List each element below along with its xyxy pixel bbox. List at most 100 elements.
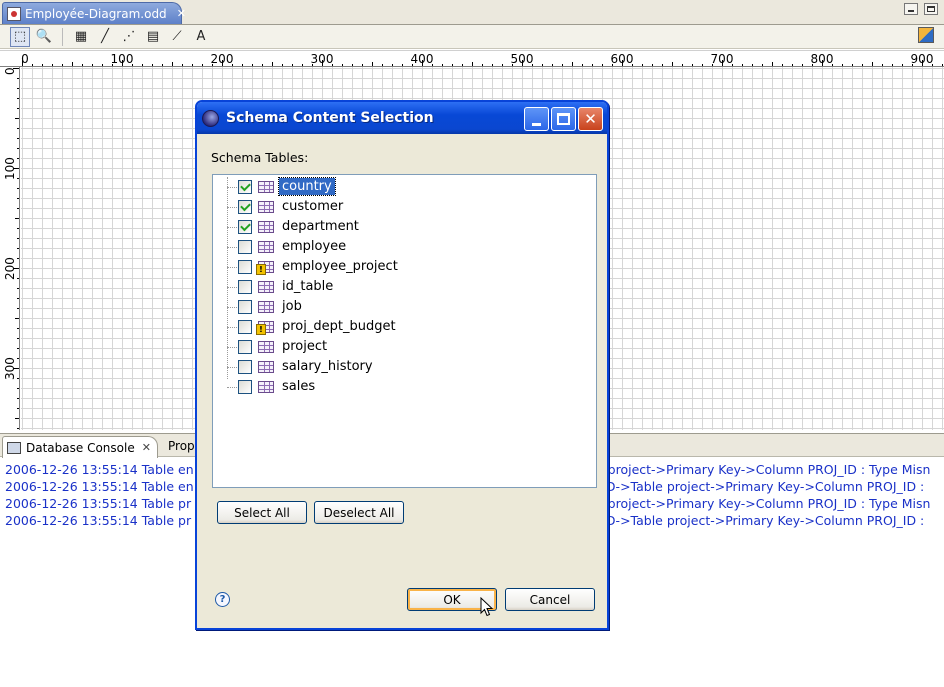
schema-table-item-employee[interactable]: employee bbox=[213, 237, 593, 257]
zoom-tool-button[interactable]: 🔍 bbox=[34, 27, 54, 47]
table-checkbox[interactable] bbox=[238, 220, 252, 234]
ruler-label: 400 bbox=[410, 52, 434, 66]
tree-connector bbox=[227, 367, 237, 368]
table-checkbox[interactable] bbox=[238, 280, 252, 294]
table-name: employee bbox=[282, 239, 347, 254]
ruler-tick bbox=[192, 64, 193, 66]
ruler-tick bbox=[17, 328, 19, 329]
editor-tabbar: Employée-Diagram.odd ✕ bbox=[0, 0, 944, 25]
tab-properties[interactable]: Prop bbox=[168, 439, 195, 453]
schema-table-item-department[interactable]: department bbox=[213, 217, 593, 237]
ruler-tick bbox=[282, 64, 283, 66]
schema-table-item-job[interactable]: job bbox=[213, 297, 593, 317]
select-all-button[interactable]: Select All bbox=[217, 501, 307, 524]
schema-table-item-sales[interactable]: sales bbox=[213, 377, 593, 397]
table-name: customer bbox=[282, 199, 344, 214]
ruler-tick bbox=[17, 128, 19, 129]
deselect-all-button[interactable]: Deselect All bbox=[314, 501, 404, 524]
ruler-tick bbox=[92, 64, 93, 66]
schema-table-item-project[interactable]: project bbox=[213, 337, 593, 357]
horizontal-ruler: 0 100 200 300 400 500 600 700 800 900 bbox=[0, 50, 944, 67]
dashed-line-tool-button[interactable]: ⋰ bbox=[119, 27, 139, 47]
cancel-button[interactable]: Cancel bbox=[505, 588, 595, 611]
minimize-view-button[interactable] bbox=[904, 3, 918, 15]
table-tool-icon: ▦ bbox=[74, 29, 88, 44]
ruler-tick bbox=[652, 64, 653, 66]
ruler-tick bbox=[882, 64, 883, 66]
table-checkbox[interactable] bbox=[238, 260, 252, 274]
table-checkbox[interactable] bbox=[238, 320, 252, 334]
table-checkbox[interactable] bbox=[238, 200, 252, 214]
dialog-titlebar[interactable]: Schema Content Selection ✕ bbox=[197, 102, 607, 134]
table-checkbox[interactable] bbox=[238, 380, 252, 394]
ruler-tick bbox=[362, 64, 363, 66]
schema-table-item-employee_project[interactable]: employee_project bbox=[213, 257, 593, 277]
select-tool-button[interactable]: ⬚ bbox=[10, 26, 30, 47]
table-checkbox[interactable] bbox=[238, 340, 252, 354]
schema-table-item-salary_history[interactable]: salary_history bbox=[213, 357, 593, 377]
zoom-tool-icon: 🔍 bbox=[35, 29, 53, 44]
table-checkbox[interactable] bbox=[238, 180, 252, 194]
ruler-tick bbox=[662, 64, 663, 66]
ruler-tick bbox=[352, 64, 353, 66]
close-icon[interactable]: ✕ bbox=[177, 7, 186, 20]
ruler-tick bbox=[52, 64, 53, 66]
ruler-tick bbox=[262, 64, 263, 66]
ruler-tick bbox=[17, 428, 19, 429]
line-tool-icon: ╱ bbox=[101, 29, 109, 44]
ruler-tick bbox=[842, 64, 843, 66]
editor-tab-title: Employée-Diagram.odd bbox=[25, 6, 167, 21]
ruler-tick bbox=[17, 78, 19, 79]
editor-tab-diagram[interactable]: Employée-Diagram.odd ✕ bbox=[2, 2, 186, 24]
tree-connector bbox=[227, 207, 237, 208]
ruler-tick bbox=[42, 64, 43, 66]
console-icon bbox=[7, 441, 21, 454]
tree-connector bbox=[227, 347, 237, 348]
table-name: sales bbox=[282, 379, 316, 394]
schema-table-item-customer[interactable]: customer bbox=[213, 197, 593, 217]
console-line-continued: e project->Primary Key->Column PROJ_ID :… bbox=[596, 462, 931, 477]
minimize-button[interactable] bbox=[524, 107, 549, 131]
tree-connector bbox=[227, 307, 237, 308]
ruler-tick bbox=[17, 228, 19, 229]
tree-connector bbox=[227, 267, 237, 268]
maximize-button[interactable] bbox=[551, 107, 576, 131]
ruler-tick bbox=[342, 64, 343, 66]
ruler-label: 500 bbox=[510, 52, 534, 66]
help-icon[interactable]: ? bbox=[215, 592, 230, 607]
schema-tables-tree[interactable]: country customer department employee employe… bbox=[212, 174, 597, 488]
text-tool-button[interactable]: A bbox=[191, 27, 211, 47]
schema-table-item-country[interactable]: country bbox=[213, 177, 593, 197]
close-button[interactable]: ✕ bbox=[578, 107, 603, 131]
tab-database-console[interactable]: Database Console ✕ bbox=[2, 436, 158, 458]
close-icon[interactable]: ✕ bbox=[142, 441, 151, 454]
ruler-tick bbox=[152, 64, 153, 66]
link-tool-button[interactable]: ⟋ bbox=[167, 27, 187, 47]
palette-button[interactable] bbox=[918, 27, 934, 43]
diagram-file-icon bbox=[7, 6, 21, 21]
dashed-line-tool-icon: ⋰ bbox=[122, 29, 136, 44]
maximize-view-button[interactable] bbox=[924, 3, 938, 15]
ruler-tick bbox=[942, 64, 943, 66]
ruler-tick bbox=[692, 64, 693, 66]
ruler-tick bbox=[72, 62, 73, 66]
table-checkbox[interactable] bbox=[238, 240, 252, 254]
table-checkbox[interactable] bbox=[238, 300, 252, 314]
note-tool-button[interactable]: ▤ bbox=[143, 27, 163, 47]
table-tool-button[interactable]: ▦ bbox=[71, 27, 91, 47]
ruler-label: 100 bbox=[110, 52, 134, 66]
table-icon bbox=[258, 381, 274, 393]
table-icon bbox=[258, 221, 274, 233]
ruler-tick bbox=[82, 64, 83, 66]
schema-tables-label: Schema Tables: bbox=[211, 150, 309, 165]
line-tool-button[interactable]: ╱ bbox=[95, 27, 115, 47]
ruler-tick bbox=[17, 248, 19, 249]
table-icon bbox=[258, 241, 274, 253]
ruler-tick bbox=[602, 64, 603, 66]
ruler-tick bbox=[592, 64, 593, 66]
maximize-icon bbox=[557, 113, 570, 125]
ruler-tick bbox=[17, 348, 19, 349]
schema-table-item-proj_dept_budget[interactable]: proj_dept_budget bbox=[213, 317, 593, 337]
schema-table-item-id_table[interactable]: id_table bbox=[213, 277, 593, 297]
table-checkbox[interactable] bbox=[238, 360, 252, 374]
